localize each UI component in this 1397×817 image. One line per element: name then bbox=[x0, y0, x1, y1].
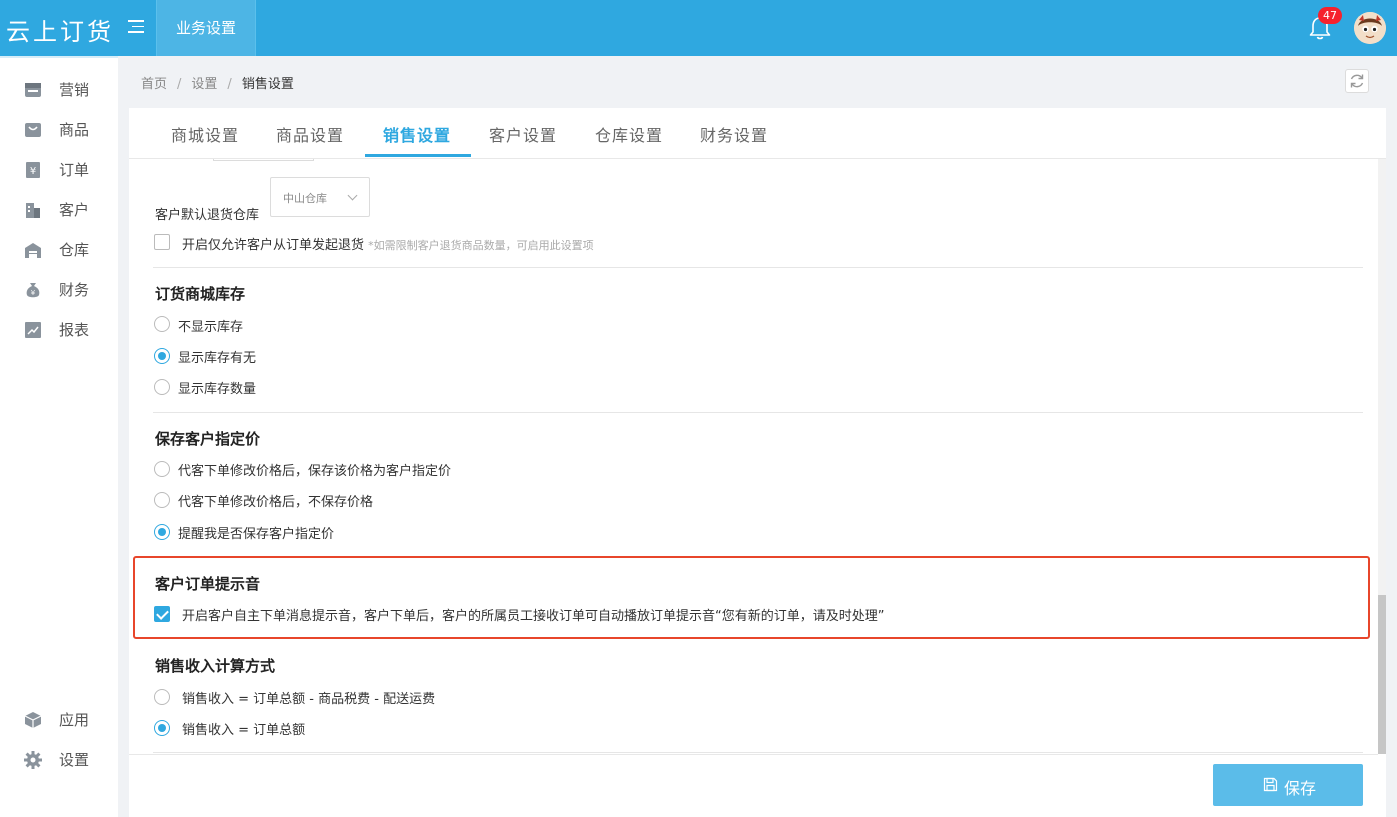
customer-price-option-label: 代客下单修改价格后，保存该价格为客户指定价 bbox=[178, 464, 452, 479]
order-sound-label: 开启客户自主下单消息提示音，客户下单后，客户的所属员工接收订单可自动播放订单提示… bbox=[182, 609, 885, 624]
sidebar-item-apps[interactable]: 应用 bbox=[0, 700, 118, 740]
settings-content: 客户默认退货仓库 中山仓库 开启仅允许客户从订单发起退货 *如需限制客户退货商品… bbox=[129, 159, 1378, 754]
footer-divider bbox=[129, 754, 1378, 755]
notification-badge: 47 bbox=[1318, 7, 1342, 24]
chart-icon bbox=[25, 322, 41, 338]
header-tab-business-settings[interactable]: 业务设置 bbox=[156, 0, 256, 56]
chevron-down-icon bbox=[347, 190, 358, 201]
customer-price-radio-remind[interactable] bbox=[154, 524, 170, 540]
customer-price-radio-no-save[interactable] bbox=[154, 492, 170, 508]
sidebar-item-label: 订单 bbox=[59, 161, 90, 179]
only-from-order-hint: *如需限制客户退货商品数量，可启用此设置项 bbox=[368, 239, 594, 252]
settings-panel: 商城设置 商品设置 销售设置 客户设置 仓库设置 财务设置 客户默认退货仓库 中… bbox=[129, 108, 1386, 817]
breadcrumb-current: 销售设置 bbox=[241, 77, 294, 92]
cube-icon bbox=[24, 712, 42, 728]
only-from-order-text: 开启仅允许客户从订单发起退货 bbox=[182, 238, 365, 253]
sidebar-item-orders[interactable]: ¥ 订单 bbox=[0, 150, 118, 190]
income-calc-title: 销售收入计算方式 bbox=[155, 657, 276, 675]
return-warehouse-select[interactable]: 中山仓库 bbox=[270, 177, 370, 217]
avatar[interactable] bbox=[1354, 12, 1386, 44]
sidebar-item-marketing[interactable]: 营销 bbox=[0, 70, 118, 110]
income-calc-option-label: 销售收入 = 订单总额 - 商品税费 - 配送运费 bbox=[182, 692, 436, 707]
mall-stock-radio-hide[interactable] bbox=[154, 316, 170, 332]
breadcrumb-separator: / bbox=[227, 77, 232, 92]
divider bbox=[153, 752, 1363, 753]
sidebar-item-label: 设置 bbox=[59, 751, 90, 769]
settings-tabs: 商城设置 商品设置 销售设置 客户设置 仓库设置 财务设置 bbox=[129, 108, 1386, 159]
sidebar-item-warehouse[interactable]: 仓库 bbox=[0, 230, 118, 270]
floppy-disk-icon bbox=[1263, 777, 1278, 792]
shopping-bag-icon bbox=[25, 123, 41, 137]
income-calc-radio-net[interactable] bbox=[154, 689, 170, 705]
building-icon bbox=[26, 203, 40, 218]
customer-price-option-label: 提醒我是否保存客户指定价 bbox=[178, 527, 335, 542]
return-warehouse-value: 中山仓库 bbox=[283, 192, 327, 205]
app-logo[interactable]: 云上订货 bbox=[6, 12, 114, 47]
only-from-order-label: 开启仅允许客户从订单发起退货 *如需限制客户退货商品数量，可启用此设置项 bbox=[182, 234, 594, 253]
tab-goods-settings[interactable]: 商品设置 bbox=[276, 122, 344, 146]
sidebar-item-label: 商品 bbox=[59, 121, 90, 139]
tab-finance-settings[interactable]: 财务设置 bbox=[700, 122, 768, 146]
sidebar-item-label: 报表 bbox=[59, 321, 90, 339]
highlight-box bbox=[133, 556, 1370, 639]
divider bbox=[153, 267, 1363, 268]
order-receipt-icon: ¥ bbox=[26, 162, 40, 178]
top-header: 云上订货 业务设置 47 bbox=[0, 0, 1397, 56]
customer-price-option-label: 代客下单修改价格后，不保存价格 bbox=[178, 495, 374, 510]
order-sound-checkbox[interactable] bbox=[154, 606, 170, 622]
menu-toggle-icon[interactable] bbox=[128, 20, 144, 36]
only-from-order-checkbox[interactable] bbox=[154, 234, 170, 250]
svg-text:¥: ¥ bbox=[31, 289, 36, 297]
breadcrumb-separator: / bbox=[177, 77, 182, 92]
storefront-icon bbox=[25, 83, 41, 97]
refresh-icon bbox=[1350, 74, 1364, 88]
gear-icon bbox=[24, 751, 42, 769]
sidebar-item-finance[interactable]: ¥ 财务 bbox=[0, 270, 118, 310]
income-calc-radio-total[interactable] bbox=[154, 720, 170, 736]
breadcrumb-settings[interactable]: 设置 bbox=[191, 77, 217, 92]
income-calc-option-label: 销售收入 = 订单总额 bbox=[182, 723, 306, 738]
breadcrumb: 首页 / 设置 / 销售设置 bbox=[141, 73, 294, 92]
sidebar-item-reports[interactable]: 报表 bbox=[0, 310, 118, 350]
sidebar-item-label: 应用 bbox=[59, 711, 90, 729]
sidebar-item-label: 营销 bbox=[59, 81, 90, 99]
tab-sales-settings[interactable]: 销售设置 bbox=[383, 122, 451, 146]
mall-stock-radio-quantity[interactable] bbox=[154, 379, 170, 395]
customer-price-radio-save[interactable] bbox=[154, 461, 170, 477]
previous-field-edge bbox=[213, 159, 314, 161]
sidebar-item-settings[interactable]: 设置 bbox=[0, 740, 118, 780]
save-button[interactable]: 保存 bbox=[1213, 764, 1363, 806]
warehouse-icon bbox=[25, 243, 41, 258]
mall-stock-option-label: 显示库存有无 bbox=[178, 351, 257, 366]
order-sound-title: 客户订单提示音 bbox=[155, 575, 261, 593]
mall-stock-option-label: 显示库存数量 bbox=[178, 382, 257, 397]
mall-stock-title: 订货商城库存 bbox=[155, 285, 246, 303]
refresh-button[interactable] bbox=[1345, 69, 1369, 93]
money-bag-icon: ¥ bbox=[26, 283, 40, 298]
sidebar-item-label: 客户 bbox=[59, 201, 90, 219]
sidebar-item-goods[interactable]: 商品 bbox=[0, 110, 118, 150]
sidebar-item-customers[interactable]: 客户 bbox=[0, 190, 118, 230]
sidebar: 营销 商品 ¥ 订单 客户 仓库 ¥ 财务 报表 应用 设置 bbox=[0, 56, 118, 817]
divider bbox=[153, 412, 1363, 413]
return-warehouse-label: 客户默认退货仓库 bbox=[155, 208, 260, 223]
tab-warehouse-settings[interactable]: 仓库设置 bbox=[595, 122, 663, 146]
mall-stock-option-label: 不显示库存 bbox=[178, 320, 244, 335]
breadcrumb-home[interactable]: 首页 bbox=[141, 77, 167, 92]
active-tab-indicator bbox=[365, 154, 471, 157]
scrollbar-thumb[interactable] bbox=[1378, 595, 1386, 754]
tab-mall-settings[interactable]: 商城设置 bbox=[171, 122, 239, 146]
customer-price-title: 保存客户指定价 bbox=[155, 430, 261, 448]
sidebar-item-label: 仓库 bbox=[59, 241, 90, 259]
mall-stock-radio-has[interactable] bbox=[154, 348, 170, 364]
save-button-label: 保存 bbox=[1284, 779, 1317, 798]
tab-customer-settings[interactable]: 客户设置 bbox=[489, 122, 557, 146]
svg-text:¥: ¥ bbox=[30, 166, 36, 177]
sidebar-item-label: 财务 bbox=[59, 281, 90, 299]
